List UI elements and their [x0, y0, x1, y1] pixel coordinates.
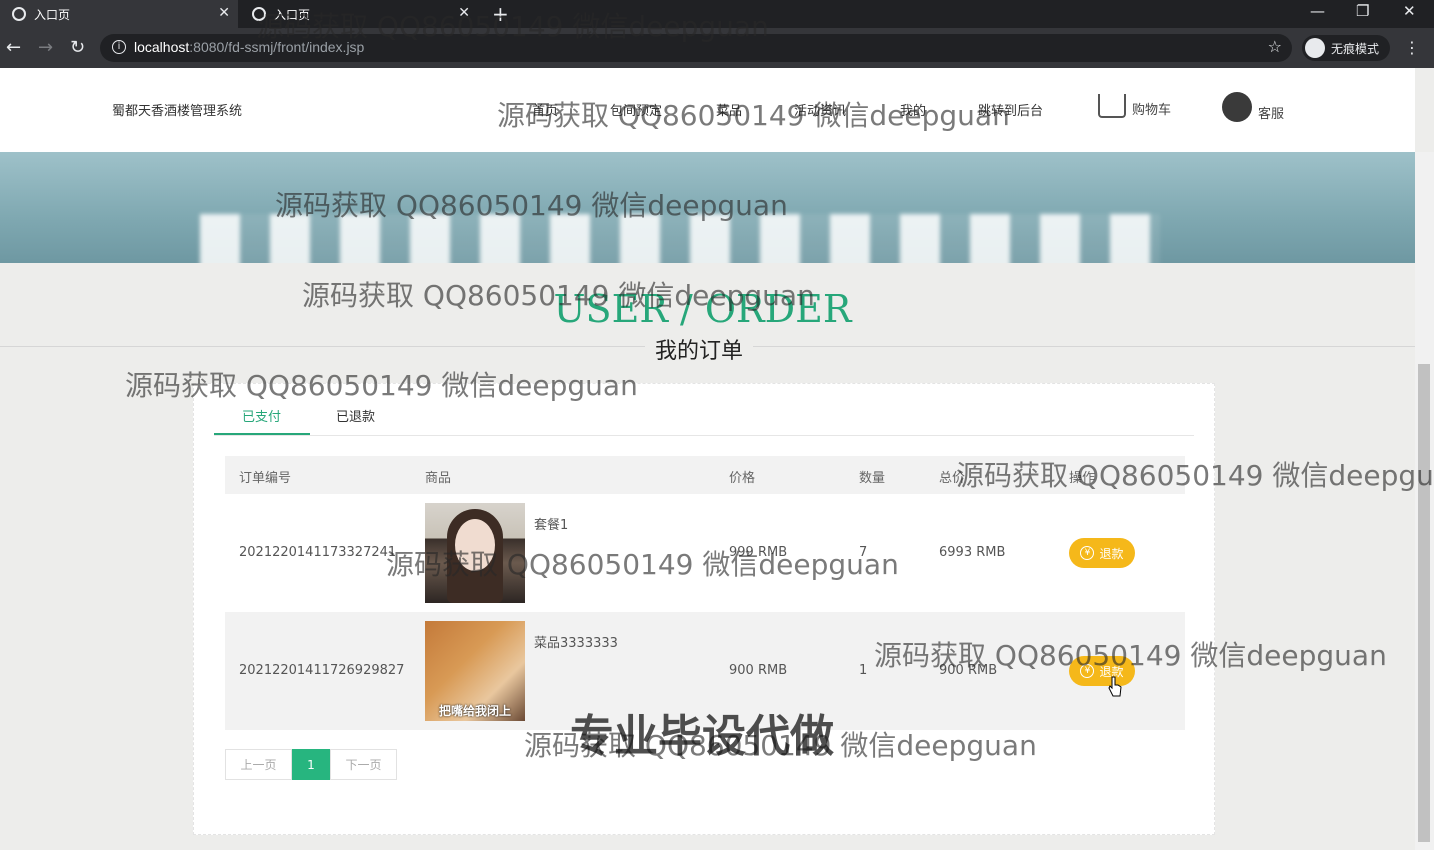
incognito-icon: [1305, 38, 1325, 58]
col-price: 价格: [729, 471, 756, 486]
info-icon[interactable]: i: [112, 40, 126, 54]
kebab-menu-icon[interactable]: ⋮: [1404, 38, 1420, 57]
refund-button[interactable]: ¥ 退款: [1069, 656, 1135, 686]
browser-tab[interactable]: 入口页 ✕: [240, 0, 478, 28]
nav-dishes[interactable]: 菜品: [716, 100, 742, 119]
nav-news[interactable]: 活动资讯: [794, 100, 846, 119]
orders-panel: 已支付 已退款 订单编号 商品 价格 数量 总价 操作 202122014117…: [193, 383, 1215, 835]
col-total: 总价: [939, 471, 966, 486]
yen-icon: ¥: [1080, 664, 1095, 678]
scrollbar-thumb[interactable]: [1418, 364, 1430, 842]
cart-label: 购物车: [1132, 103, 1172, 118]
hand-cursor-icon: [1108, 676, 1122, 697]
section-title-cn: 我的订单: [645, 333, 754, 365]
tab-title: 入口页: [274, 7, 311, 22]
col-action: 操作: [1069, 471, 1096, 486]
order-tabs: 已支付 已退款: [214, 384, 1194, 436]
close-icon[interactable]: ✕: [218, 5, 230, 21]
url-host: localhost: [134, 39, 190, 55]
page-scrollbar[interactable]: [1415, 152, 1434, 850]
price: 999 RMB: [729, 545, 788, 560]
total: 900 RMB: [939, 663, 998, 678]
prev-page-button[interactable]: 上一页: [225, 749, 292, 780]
window-close-icon[interactable]: ✕: [1403, 2, 1416, 20]
tab-title: 入口页: [34, 7, 71, 22]
col-qty: 数量: [859, 471, 886, 486]
nav-home[interactable]: 首页: [532, 100, 558, 119]
total: 6993 RMB: [939, 545, 1006, 560]
quantity: 7: [859, 545, 868, 560]
product-name[interactable]: 菜品3333333: [534, 632, 618, 651]
banner-decoration: [200, 214, 1160, 263]
restore-icon[interactable]: ❐: [1356, 2, 1369, 20]
price: 900 RMB: [729, 663, 788, 678]
url-field[interactable]: i localhost:8080/fd-ssmj/front/index.jsp…: [100, 34, 1292, 62]
browser-tab-bar: 入口页 ✕ 入口页 ✕ + — ❐ ✕: [0, 0, 1434, 28]
yen-icon: ¥: [1080, 546, 1095, 560]
url-text[interactable]: localhost:8080/fd-ssmj/front/index.jsp: [134, 39, 364, 55]
globe-icon: [252, 7, 266, 21]
address-toolbar: ← → ↻ i localhost:8080/fd-ssmj/front/ind…: [0, 28, 1434, 68]
product-image-caption: 把嘴给我闭上: [438, 704, 511, 718]
order-number: 20212201411726929827: [239, 663, 405, 678]
incognito-label: 无痕模式: [1331, 41, 1380, 56]
globe-icon: [12, 7, 26, 21]
product-image: [425, 503, 525, 603]
table-row: 20212201411726929827 把嘴给我闭上 菜品3333333 90…: [225, 612, 1185, 730]
refund-label: 退款: [1099, 546, 1124, 561]
bookmark-star-icon[interactable]: ☆: [1268, 37, 1282, 56]
nav-admin[interactable]: 跳转到后台: [978, 100, 1043, 119]
quantity: 1: [859, 663, 868, 678]
refund-button[interactable]: ¥ 退款: [1069, 538, 1135, 568]
product-image: 把嘴给我闭上: [425, 621, 525, 721]
order-number: 2021220141173327241: [239, 545, 397, 560]
nav-room-booking[interactable]: 包间预定: [610, 100, 662, 119]
service-label: 客服: [1258, 107, 1285, 122]
pagination: 上一页 1 下一页: [225, 749, 397, 780]
section-title-en: USER / ORDER: [553, 287, 852, 331]
table-header: 订单编号 商品 价格 数量 总价 操作: [225, 456, 1185, 494]
tab-refunded[interactable]: 已退款: [336, 406, 375, 425]
forward-icon[interactable]: →: [38, 37, 53, 58]
cart-link[interactable]: 购物车: [1098, 94, 1171, 118]
cart-icon: [1098, 94, 1126, 118]
browser-tab[interactable]: 入口页 ✕: [0, 0, 238, 28]
new-tab-button[interactable]: +: [492, 2, 509, 26]
back-icon[interactable]: ←: [6, 37, 21, 58]
product-name[interactable]: 套餐1: [534, 514, 568, 533]
active-tab-indicator: [214, 433, 310, 435]
table-row: 2021220141173327241 套餐1 999 RMB 7 6993 R…: [225, 494, 1185, 612]
wechat-icon: [1222, 92, 1252, 122]
site-header: 蜀都天香酒楼管理系统 首页 包间预定 菜品 活动资讯 我的 跳转到后台 购物车 …: [0, 68, 1415, 152]
minimize-icon[interactable]: —: [1310, 2, 1325, 20]
reload-icon[interactable]: ↻: [70, 37, 85, 58]
banner-image: [0, 152, 1415, 263]
tab-paid[interactable]: 已支付: [242, 406, 281, 425]
product-image-face: [455, 519, 495, 571]
next-page-button[interactable]: 下一页: [330, 749, 397, 780]
close-icon[interactable]: ✕: [458, 5, 470, 21]
nav-mine[interactable]: 我的: [900, 100, 926, 119]
url-path: :8080/fd-ssmj/front/index.jsp: [189, 39, 365, 55]
page-number-button[interactable]: 1: [292, 749, 330, 780]
incognito-badge[interactable]: 无痕模式: [1302, 35, 1390, 61]
col-product: 商品: [425, 471, 452, 486]
site-title: 蜀都天香酒楼管理系统: [112, 104, 243, 119]
customer-service-link[interactable]: 客服: [1222, 92, 1284, 122]
col-order-no: 订单编号: [239, 471, 292, 486]
